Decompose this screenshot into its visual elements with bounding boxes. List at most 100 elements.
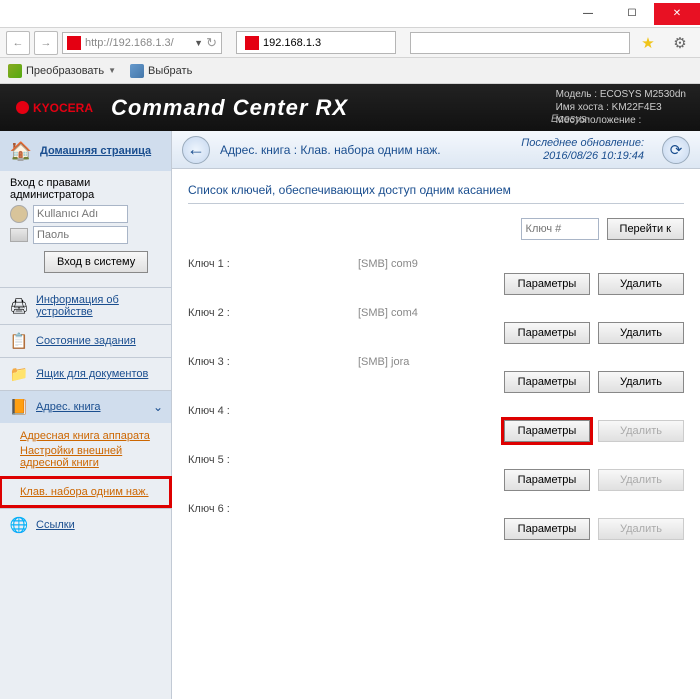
device-meta: Модель : ECOSYS M2530dn Имя хоста : KM22…	[556, 88, 686, 127]
delete-button[interactable]: Удалить	[598, 371, 684, 393]
favorites-button[interactable]: ★	[634, 32, 662, 54]
chevron-down-icon: ⌄	[153, 400, 163, 414]
key-row: Ключ 2 :[SMB] com4	[188, 307, 684, 319]
kyocera-logo: KYOCERA	[16, 101, 93, 115]
sub-link-device-addr[interactable]: Адресная книга аппарата	[20, 430, 163, 442]
select-icon	[130, 64, 144, 78]
convert-label: Преобразовать	[26, 65, 104, 77]
user-icon	[10, 205, 28, 223]
dropdown-icon[interactable]: ▼	[194, 38, 203, 48]
params-button[interactable]: Параметры	[504, 518, 590, 540]
browser-address-bar: ← → http://192.168.1.3/ ▼ ↻ 192.168.1.3 …	[0, 28, 700, 58]
goto-button[interactable]: Перейти к	[607, 218, 684, 240]
refresh-button[interactable]: ⟳	[662, 136, 690, 164]
key-number-input[interactable]	[521, 218, 599, 240]
sidebar-item-doc-box[interactable]: 📁 Ящик для документов	[0, 357, 171, 390]
auth-title: Вход с правами администратора	[10, 177, 161, 201]
sub-link-one-touch[interactable]: Клав. набора одним наж.	[2, 482, 169, 502]
key-button-row: Параметры Удалить	[188, 273, 684, 295]
sidebar-item-links[interactable]: 🌐 Ссылки	[0, 508, 171, 541]
favorites-toolbar: Преобразовать ▼ Выбрать	[0, 58, 700, 84]
delete-button: Удалить	[598, 420, 684, 442]
params-button[interactable]: Параметры	[504, 273, 590, 295]
key-label: Ключ 6 :	[188, 503, 358, 515]
device-info-icon: 🖨	[8, 296, 30, 316]
sidebar-home[interactable]: 🏠 Домашняя страница	[0, 131, 171, 171]
tab-favicon-icon	[245, 36, 259, 50]
window-maximize-button[interactable]: ☐	[610, 3, 654, 25]
favicon-icon	[67, 36, 81, 50]
key-value: [SMB] com9	[358, 258, 684, 270]
sidebar-item-job-status[interactable]: 📋 Состояние задания	[0, 324, 171, 357]
sidebar-highlighted-item: Клав. набора одним наж.	[0, 476, 172, 508]
key-button-row: Параметры Удалить	[188, 518, 684, 540]
login-button[interactable]: Вход в систему	[44, 251, 148, 273]
home-icon: 🏠	[8, 139, 34, 163]
sidebar-auth: Вход с правами администратора Вход в сис…	[0, 171, 171, 287]
params-button[interactable]: Параметры	[504, 371, 590, 393]
window-titlebar: — ☐ ✕	[0, 0, 700, 28]
app-header: KYOCERA Command Center RX Ecosys· Модель…	[0, 84, 700, 131]
key-button-row: Параметры Удалить	[188, 469, 684, 491]
url-input[interactable]: http://192.168.1.3/ ▼ ↻	[62, 32, 222, 54]
username-input[interactable]	[33, 205, 128, 223]
sidebar-item-device-info[interactable]: 🖨 Информация об устройстве	[0, 287, 171, 324]
key-value: [SMB] com4	[358, 307, 684, 319]
job-status-icon: 📋	[8, 331, 30, 351]
select-label: Выбрать	[148, 65, 192, 77]
browser-search-input[interactable]	[410, 32, 630, 54]
key-row: Ключ 4 :	[188, 405, 684, 417]
key-label: Ключ 5 :	[188, 454, 358, 466]
params-button[interactable]: Параметры	[504, 420, 590, 442]
key-value: [SMB] jora	[358, 356, 684, 368]
key-icon	[10, 228, 28, 242]
window-close-button[interactable]: ✕	[654, 3, 700, 25]
browser-forward-button[interactable]: →	[34, 31, 58, 55]
content-body: Список ключей, обеспечивающих доступ одн…	[172, 169, 700, 566]
sidebar-submenu: Адресная книга аппарата Настройки внешне…	[0, 423, 171, 476]
key-button-row: Параметры Удалить	[188, 371, 684, 393]
convert-menu[interactable]: Преобразовать ▼	[8, 64, 116, 78]
window-minimize-button[interactable]: —	[566, 3, 610, 25]
url-text: http://192.168.1.3/	[85, 37, 174, 49]
settings-gear-icon[interactable]: ⚙	[666, 32, 694, 54]
content-header: ← Адрес. книга : Клав. набора одним наж.…	[172, 131, 700, 169]
content-back-button[interactable]: ←	[182, 136, 210, 164]
sidebar-item-address-book[interactable]: 📙 Адрес. книга ⌄	[0, 390, 171, 423]
key-label: Ключ 2 :	[188, 307, 358, 319]
reload-icon[interactable]: ↻	[206, 35, 217, 51]
delete-button: Удалить	[598, 518, 684, 540]
key-label: Ключ 4 :	[188, 405, 358, 417]
key-button-row: Параметры Удалить	[188, 322, 684, 344]
key-search-row: Перейти к	[188, 218, 684, 240]
tab-label: 192.168.1.3	[263, 37, 321, 49]
key-button-row: Параметры Удалить	[188, 420, 684, 442]
last-updated: Последнее обновление: 2016/08/26 10:19:4…	[521, 137, 644, 163]
password-input[interactable]	[33, 226, 128, 244]
key-row: Ключ 5 :	[188, 454, 684, 466]
breadcrumb: Адрес. книга : Клав. набора одним наж.	[220, 143, 511, 157]
select-menu[interactable]: Выбрать	[130, 64, 192, 78]
params-button[interactable]: Параметры	[504, 322, 590, 344]
address-book-icon: 📙	[8, 397, 30, 417]
key-label: Ключ 3 :	[188, 356, 358, 368]
delete-button[interactable]: Удалить	[598, 273, 684, 295]
app-title: Command Center RX	[111, 95, 348, 121]
delete-button: Удалить	[598, 469, 684, 491]
chevron-down-icon: ▼	[108, 66, 116, 75]
home-link: Домашняя страница	[40, 145, 151, 157]
content-area: ← Адрес. книга : Клав. набора одним наж.…	[172, 131, 700, 699]
sidebar: 🏠 Домашняя страница Вход с правами админ…	[0, 131, 172, 699]
key-row: Ключ 3 :[SMB] jora	[188, 356, 684, 368]
delete-button[interactable]: Удалить	[598, 322, 684, 344]
sub-link-external-addr[interactable]: Настройки внешней адресной книги	[20, 445, 163, 469]
key-label: Ключ 1 :	[188, 258, 358, 270]
key-row: Ключ 6 :	[188, 503, 684, 515]
browser-tab[interactable]: 192.168.1.3	[236, 31, 396, 54]
params-button[interactable]: Параметры	[504, 469, 590, 491]
list-title: Список ключей, обеспечивающих доступ одн…	[188, 183, 684, 204]
links-icon: 🌐	[8, 515, 30, 535]
key-row: Ключ 1 :[SMB] com9	[188, 258, 684, 270]
browser-back-button[interactable]: ←	[6, 31, 30, 55]
doc-box-icon: 📁	[8, 364, 30, 384]
